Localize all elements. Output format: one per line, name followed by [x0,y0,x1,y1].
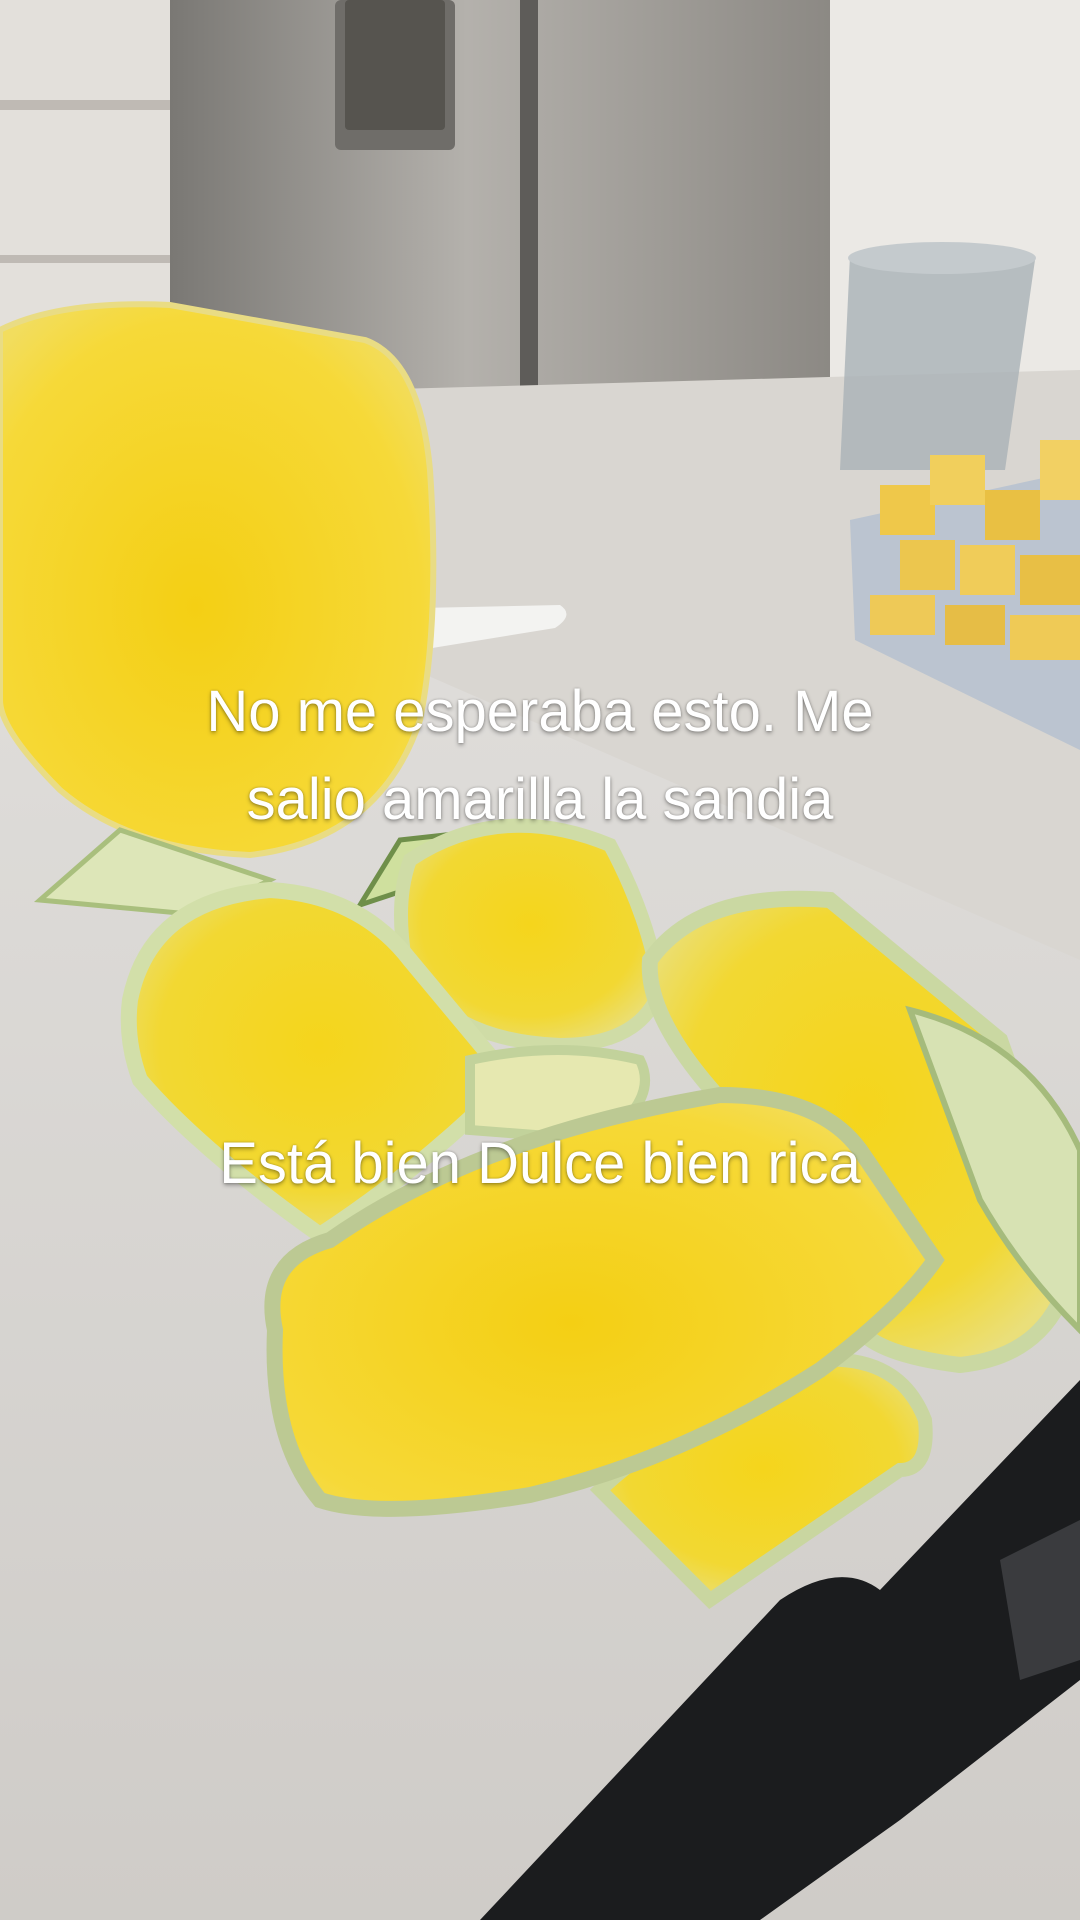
caption-top-line-1: No me esperaba esto. Me [206,679,874,744]
caption-bottom-line-1: Está bien Dulce bien rica [219,1131,861,1196]
caption-bottom: Está bien Dulce bien rica [0,1120,1080,1208]
glass-cup [840,255,1035,470]
caption-top: No me esperaba esto. Me salio amarilla l… [0,668,1080,844]
caption-top-line-2: salio amarilla la sandia [246,767,834,832]
photo-frame: No me esperaba esto. Me salio amarilla l… [0,0,1080,1920]
kitchen-photo [0,0,1080,1920]
